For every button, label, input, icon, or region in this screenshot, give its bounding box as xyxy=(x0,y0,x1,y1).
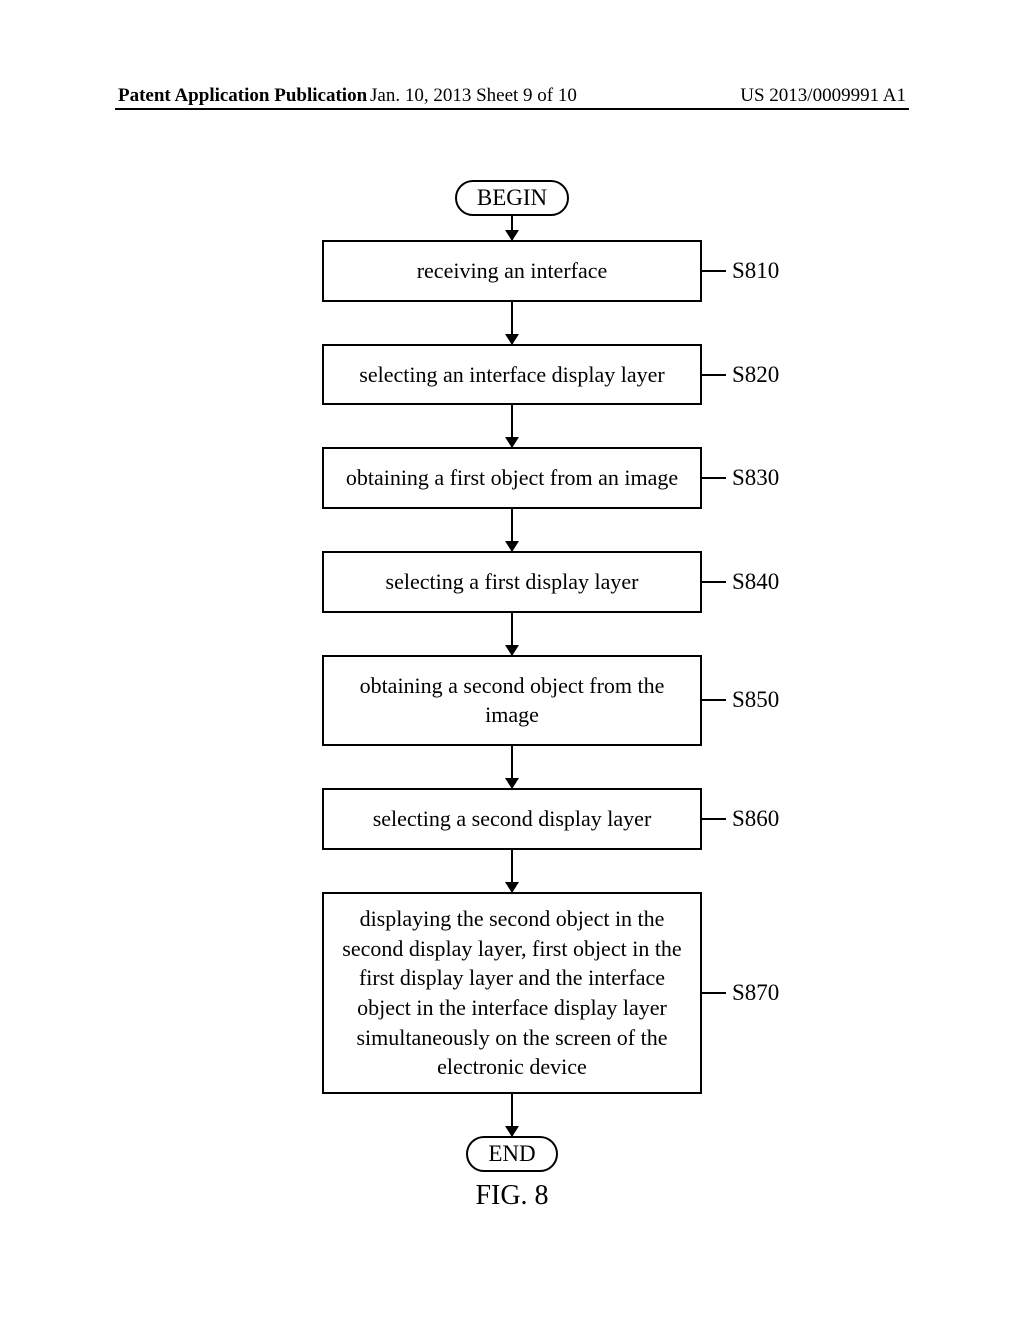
step-s850-box: obtaining a second object from the image xyxy=(322,655,702,746)
step-s850-row: obtaining a second object from the image… xyxy=(322,655,702,746)
arrow xyxy=(511,302,513,344)
step-s840-row: selecting a first display layer S840 xyxy=(322,551,702,613)
step-s870-box: displaying the second object in the seco… xyxy=(322,892,702,1094)
arrow xyxy=(511,405,513,447)
step-s820-label: S820 xyxy=(732,362,779,388)
step-s860-box: selecting a second display layer xyxy=(322,788,702,850)
figure-label: FIG. 8 xyxy=(475,1180,548,1212)
arrow xyxy=(511,216,513,240)
header-patent-number: US 2013/0009991 A1 xyxy=(740,85,906,107)
header-date-sheet: Jan. 10, 2013 Sheet 9 of 10 xyxy=(370,85,577,107)
step-s820-row: selecting an interface display layer S82… xyxy=(322,344,702,406)
flowchart-container: BEGIN receiving an interface S810 select… xyxy=(0,180,1024,1212)
step-s820-box: selecting an interface display layer xyxy=(322,344,702,406)
step-s860-row: selecting a second display layer S860 xyxy=(322,788,702,850)
arrow xyxy=(511,746,513,788)
arrow xyxy=(511,509,513,551)
step-s840-label: S840 xyxy=(732,569,779,595)
end-terminal: END xyxy=(466,1136,557,1172)
step-s810-box: receiving an interface xyxy=(322,240,702,302)
step-s840-box: selecting a first display layer xyxy=(322,551,702,613)
step-s860-label: S860 xyxy=(732,806,779,832)
step-s830-label: S830 xyxy=(732,465,779,491)
step-s850-label: S850 xyxy=(732,687,779,713)
step-s870-row: displaying the second object in the seco… xyxy=(322,892,702,1094)
arrow xyxy=(511,613,513,655)
step-s810-label: S810 xyxy=(732,258,779,284)
header-divider xyxy=(115,108,909,110)
header-publication: Patent Application Publication xyxy=(118,85,367,107)
arrow xyxy=(511,850,513,892)
page-header: Patent Application Publication Jan. 10, … xyxy=(0,85,1024,107)
step-s870-label: S870 xyxy=(732,980,779,1006)
step-s830-box: obtaining a first object from an image xyxy=(322,447,702,509)
step-s830-row: obtaining a first object from an image S… xyxy=(322,447,702,509)
arrow xyxy=(511,1094,513,1136)
step-s810-row: receiving an interface S810 xyxy=(322,240,702,302)
begin-terminal: BEGIN xyxy=(455,180,569,216)
